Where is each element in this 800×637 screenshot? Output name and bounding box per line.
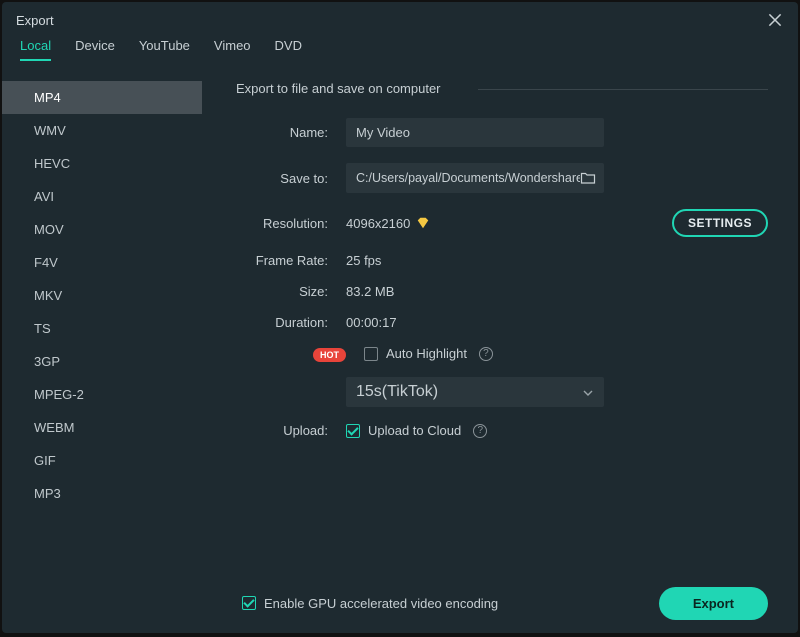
format-f4v[interactable]: F4V xyxy=(2,246,202,279)
tab-youtube[interactable]: YouTube xyxy=(139,38,190,61)
premium-diamond-icon xyxy=(416,216,430,230)
gpu-label: Enable GPU accelerated video encoding xyxy=(264,596,498,611)
format-hevc[interactable]: HEVC xyxy=(2,147,202,180)
upload-label: Upload: xyxy=(236,423,346,438)
upload-cloud-label: Upload to Cloud xyxy=(368,423,461,438)
size-value: 83.2 MB xyxy=(346,284,394,299)
highlight-select-value: 15s(TikTok) xyxy=(356,383,438,401)
gpu-checkbox-row: Enable GPU accelerated video encoding xyxy=(242,596,498,611)
gpu-checkbox[interactable] xyxy=(242,596,256,610)
duration-label: Duration: xyxy=(236,315,346,330)
auto-highlight-label: Auto Highlight xyxy=(386,346,467,361)
footer: Enable GPU accelerated video encoding Ex… xyxy=(2,573,798,633)
folder-icon[interactable] xyxy=(580,170,596,186)
settings-button[interactable]: SETTINGS xyxy=(672,209,768,237)
size-label: Size: xyxy=(236,284,346,299)
tab-dvd[interactable]: DVD xyxy=(275,38,302,61)
chevron-down-icon xyxy=(582,386,594,398)
help-icon[interactable]: ? xyxy=(479,347,493,361)
hot-badge: HOT xyxy=(313,348,346,362)
format-webm[interactable]: WEBM xyxy=(2,411,202,444)
format-mp4[interactable]: MP4 xyxy=(2,81,202,114)
auto-highlight-checkbox[interactable] xyxy=(364,347,378,361)
tab-device[interactable]: Device xyxy=(75,38,115,61)
tab-vimeo[interactable]: Vimeo xyxy=(214,38,251,61)
format-wmv[interactable]: WMV xyxy=(2,114,202,147)
name-input[interactable] xyxy=(346,118,604,147)
help-icon[interactable]: ? xyxy=(473,424,487,438)
format-mov[interactable]: MOV xyxy=(2,213,202,246)
format-mkv[interactable]: MKV xyxy=(2,279,202,312)
frame-rate-value: 25 fps xyxy=(346,253,381,268)
titlebar: Export xyxy=(2,2,798,38)
saveto-field[interactable]: C:/Users/payal/Documents/Wondershare/ xyxy=(346,163,604,193)
format-3gp[interactable]: 3GP xyxy=(2,345,202,378)
saveto-path: C:/Users/payal/Documents/Wondershare/ xyxy=(356,171,580,185)
saveto-label: Save to: xyxy=(236,171,346,186)
format-sidebar: MP4 WMV HEVC AVI MOV F4V MKV TS 3GP MPEG… xyxy=(2,67,202,587)
tabs: Local Device YouTube Vimeo DVD xyxy=(2,38,798,67)
format-mp3[interactable]: MP3 xyxy=(2,477,202,510)
resolution-label: Resolution: xyxy=(236,216,346,231)
section-title: Export to file and save on computer xyxy=(236,81,768,96)
format-ts[interactable]: TS xyxy=(2,312,202,345)
highlight-select[interactable]: 15s(TikTok) xyxy=(346,377,604,407)
window-title: Export xyxy=(16,13,54,28)
name-label: Name: xyxy=(236,125,346,140)
resolution-value: 4096x2160 xyxy=(346,216,410,231)
format-gif[interactable]: GIF xyxy=(2,444,202,477)
export-dialog: Export Local Device YouTube Vimeo DVD MP… xyxy=(2,2,798,633)
duration-value: 00:00:17 xyxy=(346,315,397,330)
format-avi[interactable]: AVI xyxy=(2,180,202,213)
tab-local[interactable]: Local xyxy=(20,38,51,61)
frame-rate-label: Frame Rate: xyxy=(236,253,346,268)
export-button[interactable]: Export xyxy=(659,587,768,620)
close-icon[interactable] xyxy=(766,11,784,29)
format-mpeg2[interactable]: MPEG-2 xyxy=(2,378,202,411)
main-panel: Export to file and save on computer Name… xyxy=(202,67,798,587)
upload-cloud-checkbox[interactable] xyxy=(346,424,360,438)
